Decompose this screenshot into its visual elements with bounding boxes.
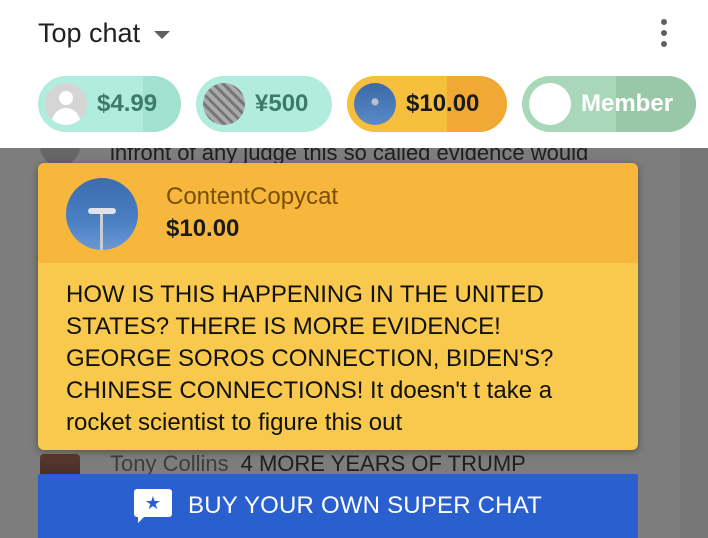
ticker-item[interactable]: $4.99: [38, 76, 181, 132]
superchat-card: ContentCopycat $10.00 HOW IS THIS HAPPEN…: [38, 163, 638, 450]
scrollbar-track[interactable]: [680, 148, 708, 538]
superchat-header: ContentCopycat $10.00: [38, 163, 638, 263]
more-vert-icon[interactable]: [648, 16, 680, 50]
ticker-item[interactable]: $10.00: [347, 76, 507, 132]
superchat-message: HOW IS THIS HAPPENING IN THE UNITED STAT…: [66, 281, 554, 436]
superchat-body: HOW IS THIS HAPPENING IN THE UNITED STAT…: [38, 263, 638, 450]
windmill-avatar-icon: [354, 83, 396, 125]
ticker-item[interactable]: Member: [522, 76, 696, 132]
chat-mode-dropdown[interactable]: Top chat: [38, 14, 171, 52]
ticker-amount: $10.00: [406, 90, 480, 117]
superchat-author[interactable]: ContentCopycat: [166, 183, 338, 211]
chat-author-name: Tony Collins: [110, 451, 229, 476]
superchat-amount: $10.00: [166, 215, 240, 242]
white-avatar-icon: [529, 83, 571, 125]
default-user-avatar-icon: [45, 83, 87, 125]
ticker-amount: $4.99: [97, 90, 158, 117]
superchat-ticker-bar: $4.99 ¥500 $10.00 Member: [38, 76, 708, 132]
pattern-avatar-icon: [203, 83, 245, 125]
ticker-amount: ¥500: [255, 90, 309, 117]
superchat-star-icon: ★: [134, 489, 172, 523]
ticker-item[interactable]: ¥500: [196, 76, 332, 132]
dropdown-caret-icon: [154, 31, 171, 39]
ticker-amount: Member: [581, 90, 674, 117]
chat-mode-label: Top chat: [38, 17, 141, 48]
buy-super-chat-label: BUY YOUR OWN SUPER CHAT: [188, 492, 542, 519]
buy-super-chat-button[interactable]: ★ BUY YOUR OWN SUPER CHAT: [38, 474, 638, 538]
chat-message-text: 4 MORE YEARS OF TRUMP: [240, 451, 526, 476]
chat-header: Top chat $4.99 ¥500 $10.00 Member: [0, 0, 708, 148]
author-avatar[interactable]: [66, 178, 138, 250]
